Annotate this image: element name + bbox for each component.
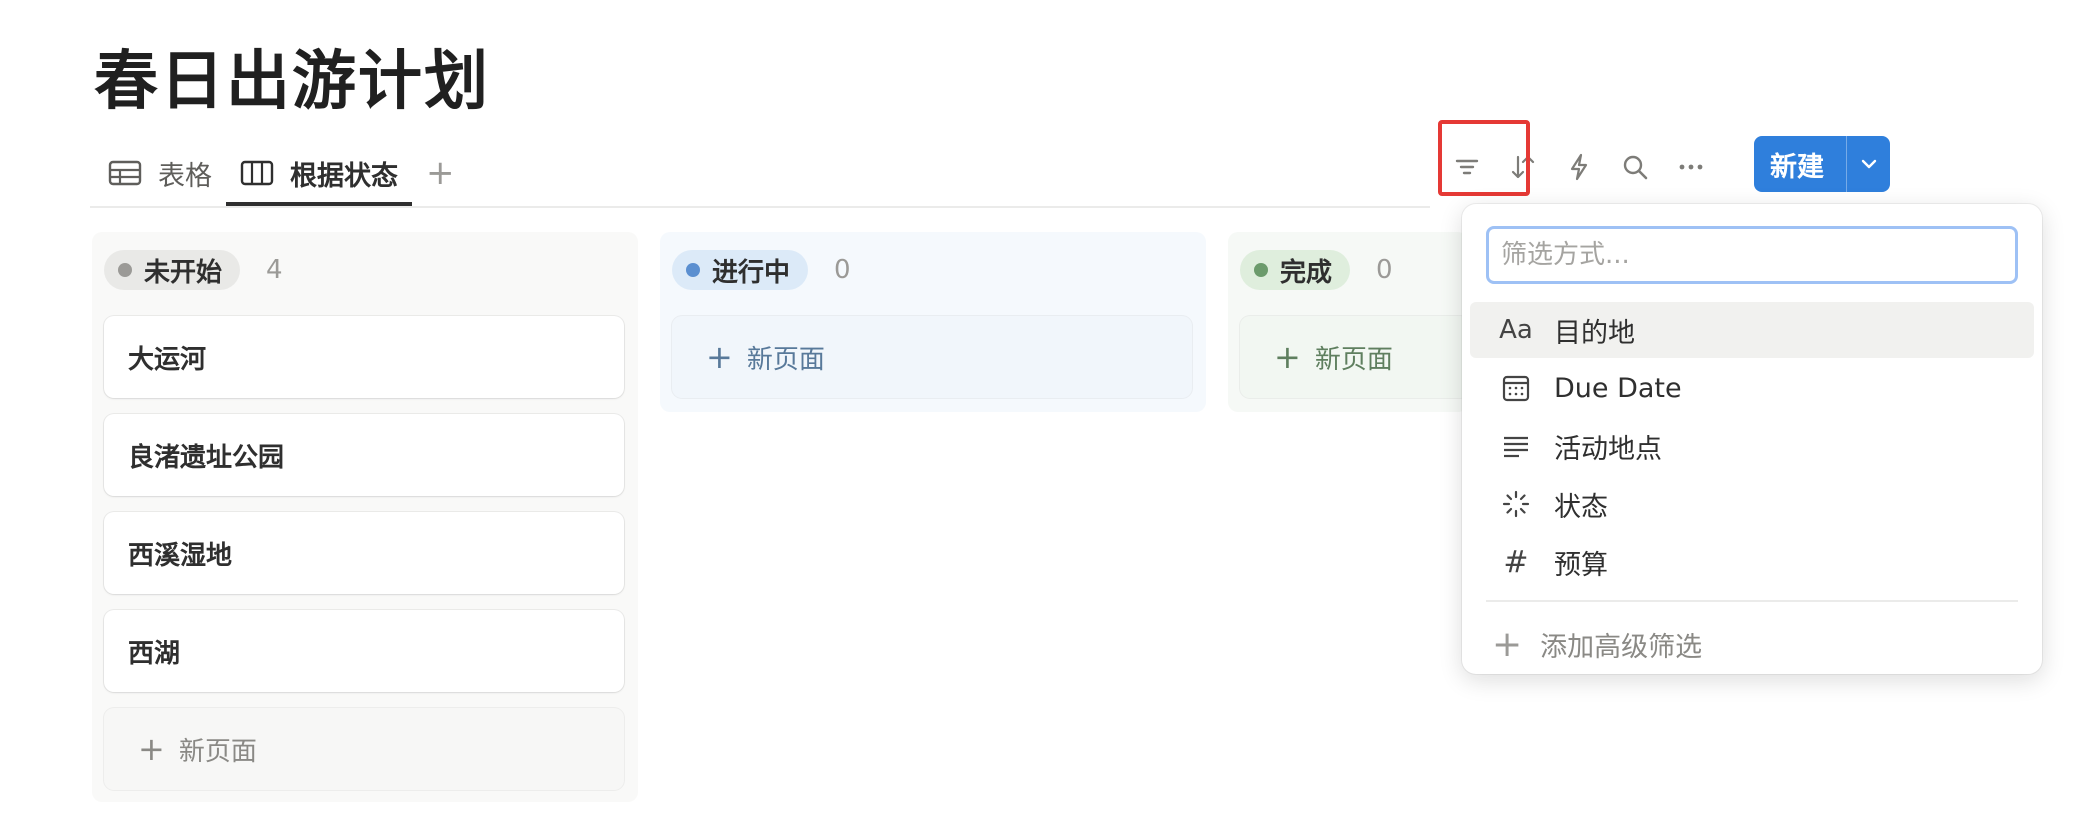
status-spinner-icon [1496, 488, 1536, 520]
status-dot [118, 263, 132, 277]
filter-option-budget[interactable]: # 预算 [1470, 534, 2034, 590]
board-card[interactable]: 良渚遗址公园 [104, 414, 624, 496]
tab-board-label: 根据状态 [290, 160, 398, 192]
board-column-done: 完成 0 + 新页面 [1228, 232, 1470, 412]
number-hash-icon: # [1503, 544, 1529, 580]
table-icon [108, 160, 142, 186]
plus-icon: + [138, 730, 165, 768]
tab-table-label: 表格 [158, 160, 212, 192]
lines-icon [1496, 430, 1536, 462]
filter-highlight-box [1438, 120, 1530, 196]
filter-option-status[interactable]: 状态 [1470, 476, 2034, 532]
more-icon [1679, 164, 1703, 170]
new-page-label: 新页面 [746, 344, 825, 375]
new-page-label: 新页面 [1314, 344, 1393, 375]
chevron-down-icon [1861, 159, 1876, 169]
add-view-button[interactable]: + [412, 140, 469, 206]
view-tabs: 表格 根据状态 + [94, 140, 469, 206]
board-card[interactable]: 西溪湿地 [104, 512, 624, 594]
tab-divider [90, 206, 1430, 208]
new-button-label: 新建 [1770, 151, 1824, 183]
text-property-icon: Aa [1499, 315, 1533, 345]
column-header: 进行中 0 [672, 250, 851, 290]
new-page-button[interactable]: + 新页面 [104, 708, 624, 790]
filter-option-destination[interactable]: Aa 目的地 [1470, 302, 2034, 358]
status-label: 进行中 [712, 257, 791, 288]
status-badge[interactable]: 完成 [1240, 250, 1351, 290]
card-title: 大运河 [128, 344, 207, 375]
status-badge[interactable]: 进行中 [672, 250, 809, 290]
menu-divider [1486, 600, 2018, 602]
board-card[interactable]: 西湖 [104, 610, 624, 692]
card-title: 良渚遗址公园 [128, 442, 285, 473]
search-icon [1623, 155, 1648, 180]
status-label: 完成 [1280, 257, 1333, 288]
tab-table[interactable]: 表格 [94, 140, 226, 206]
new-page-label: 新页面 [178, 736, 257, 767]
filter-dropdown: Aa 目的地 Due Date 活动地点 状态 # 预算 + [1462, 204, 2042, 674]
filter-option-label: 目的地 [1554, 317, 1635, 349]
card-title: 西溪湿地 [128, 540, 233, 571]
board-icon [240, 160, 274, 186]
board-column-in-progress: 进行中 0 + 新页面 [660, 232, 1206, 412]
status-label: 未开始 [144, 257, 223, 288]
app-root: 春日出游计划 表格 根据状态 + 新建 未开始 4 大运河 良渚遗址公园 西溪湿… [0, 0, 2098, 818]
column-header: 未开始 4 [104, 250, 283, 290]
filter-option-label: 预算 [1554, 549, 1608, 581]
new-page-button[interactable]: + 新页面 [672, 316, 1192, 398]
automation-icon [1570, 153, 1588, 181]
column-count: 4 [266, 255, 283, 285]
status-dot [1254, 263, 1268, 277]
board-card[interactable]: 大运河 [104, 316, 624, 398]
tab-board-by-status[interactable]: 根据状态 [226, 140, 412, 206]
status-dot [686, 263, 700, 277]
filter-option-label: Due Date [1554, 372, 1682, 404]
filter-option-label: 状态 [1554, 491, 1608, 523]
page-title: 春日出游计划 [94, 45, 490, 119]
new-button[interactable]: 新建 [1754, 136, 1890, 192]
card-title: 西湖 [128, 638, 181, 669]
column-count: 0 [834, 255, 851, 285]
new-button-dropdown[interactable] [1847, 154, 1890, 174]
column-header: 完成 0 [1240, 250, 1393, 290]
filter-option-label: 活动地点 [1554, 433, 1662, 465]
search-button[interactable] [1608, 140, 1662, 194]
new-page-button[interactable]: + 新页面 [1240, 316, 1470, 398]
filter-option-activity-location[interactable]: 活动地点 [1470, 418, 2034, 474]
add-advanced-filter-button[interactable]: + 添加高级筛选 [1492, 616, 1702, 672]
automation-button[interactable] [1552, 140, 1606, 194]
plus-icon: + [1274, 338, 1301, 376]
filter-option-due-date[interactable]: Due Date [1470, 360, 2034, 416]
status-badge[interactable]: 未开始 [104, 250, 241, 290]
board-column-not-started: 未开始 4 大运河 良渚遗址公园 西溪湿地 西湖 + 新页面 [92, 232, 638, 802]
more-button[interactable] [1664, 140, 1718, 194]
filter-search-input[interactable] [1486, 226, 2018, 284]
plus-icon: + [426, 153, 455, 193]
plus-icon: + [706, 338, 733, 376]
add-advanced-filter-label: 添加高级筛选 [1540, 631, 1703, 663]
calendar-icon [1496, 372, 1536, 404]
plus-icon: + [1492, 623, 1523, 665]
column-count: 0 [1376, 255, 1393, 285]
